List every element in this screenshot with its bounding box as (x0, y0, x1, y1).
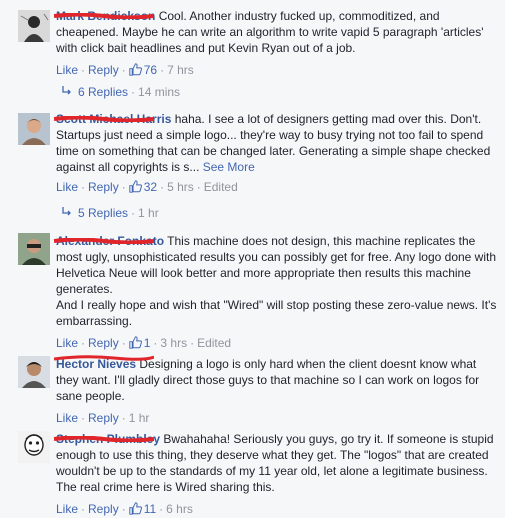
edited-label[interactable]: Edited (197, 336, 231, 350)
author-name: Scott Michael Harris (56, 112, 172, 126)
like-button[interactable]: Like (56, 336, 78, 350)
comment-body: Scott Michael Harris haha. I see a lot o… (54, 111, 501, 195)
thumbs-up-icon (129, 336, 142, 349)
author-name: Mark Bendickson (56, 9, 156, 23)
comment-actions: Like · Reply · 76 · 7 hrs (56, 63, 194, 77)
like-button[interactable]: Like (56, 63, 78, 77)
like-count[interactable]: 11 (129, 502, 156, 516)
comment-author[interactable]: Alexander Fonkato (54, 233, 165, 249)
comment-time[interactable]: 7 hrs (167, 63, 194, 77)
comment-author[interactable]: Scott Michael Harris (54, 111, 172, 127)
comment-time[interactable]: 1 hr (129, 411, 150, 425)
replies-time: 14 mins (138, 85, 181, 99)
thumbs-up-icon (129, 63, 142, 76)
like-button[interactable]: Like (56, 180, 78, 194)
reply-button[interactable]: Reply (88, 411, 119, 425)
reply-button[interactable]: Reply (88, 63, 119, 77)
see-more-link[interactable]: See More (203, 160, 255, 174)
reply-arrow-icon (62, 207, 71, 216)
comment-time[interactable]: 3 hrs (160, 336, 187, 350)
view-replies-link[interactable]: 6 Replies · 14 mins (56, 84, 180, 100)
avatar[interactable] (18, 356, 50, 388)
like-button[interactable]: Like (56, 411, 78, 425)
comment-feed: Mark Bendickson Cool. Another industry f… (0, 0, 505, 518)
avatar[interactable] (18, 10, 50, 42)
reply-button[interactable]: Reply (88, 180, 119, 194)
thumbs-up-icon (129, 502, 142, 515)
comment-time[interactable]: 6 hrs (166, 502, 193, 516)
comment-actions: Like · Reply · 32 · 5 hrs · Edited (56, 180, 238, 194)
comment-actions: Like · Reply · 1 hr (56, 411, 150, 425)
author-name: Stephen Plumbley (56, 432, 161, 446)
comment-body: Mark Bendickson Cool. Another industry f… (54, 8, 501, 78)
replies-label: 5 Replies (78, 206, 129, 220)
author-name: Hector Nieves (56, 357, 137, 371)
comment-text-paragraph: And I really hope and wish that "Wired" … (56, 298, 497, 328)
reply-button[interactable]: Reply (88, 502, 119, 516)
comment-body: Stephen Plumbley Bwahahaha! Seriously yo… (54, 431, 501, 517)
replies-time: 1 hr (138, 206, 159, 220)
like-count[interactable]: 76 (129, 63, 157, 77)
avatar[interactable] (18, 233, 50, 265)
like-count-value: 32 (143, 180, 158, 194)
reply-button[interactable]: Reply (88, 336, 119, 350)
comment-body: Hector Nieves Designing a logo is only h… (54, 355, 501, 426)
comment-actions: Like · Reply · 1 · 3 hrs · Edited (56, 336, 232, 350)
avatar[interactable] (18, 113, 50, 145)
view-replies-link[interactable]: 5 Replies · 1 hr (56, 205, 159, 221)
like-count-value: 11 (143, 502, 157, 516)
edited-label[interactable]: Edited (204, 180, 238, 194)
like-count[interactable]: 1 (129, 336, 150, 350)
like-count-value: 76 (143, 63, 158, 77)
comment-time[interactable]: 5 hrs (167, 180, 194, 194)
comment-author[interactable]: Hector Nieves (54, 355, 154, 372)
replies-label: 6 Replies (78, 85, 129, 99)
thumbs-up-icon (129, 180, 142, 193)
like-button[interactable]: Like (56, 502, 78, 516)
author-name: Alexander Fonkato (56, 234, 165, 248)
avatar[interactable] (18, 431, 50, 463)
comment-actions: Like · Reply · 11 · 6 hrs (56, 502, 193, 516)
comment-author[interactable]: Mark Bendickson (54, 8, 156, 24)
comment-body: Alexander Fonkato This machine does not … (54, 233, 501, 351)
comment-author[interactable]: Stephen Plumbley (54, 431, 161, 447)
like-count[interactable]: 32 (129, 180, 157, 194)
reply-arrow-icon (62, 86, 71, 95)
